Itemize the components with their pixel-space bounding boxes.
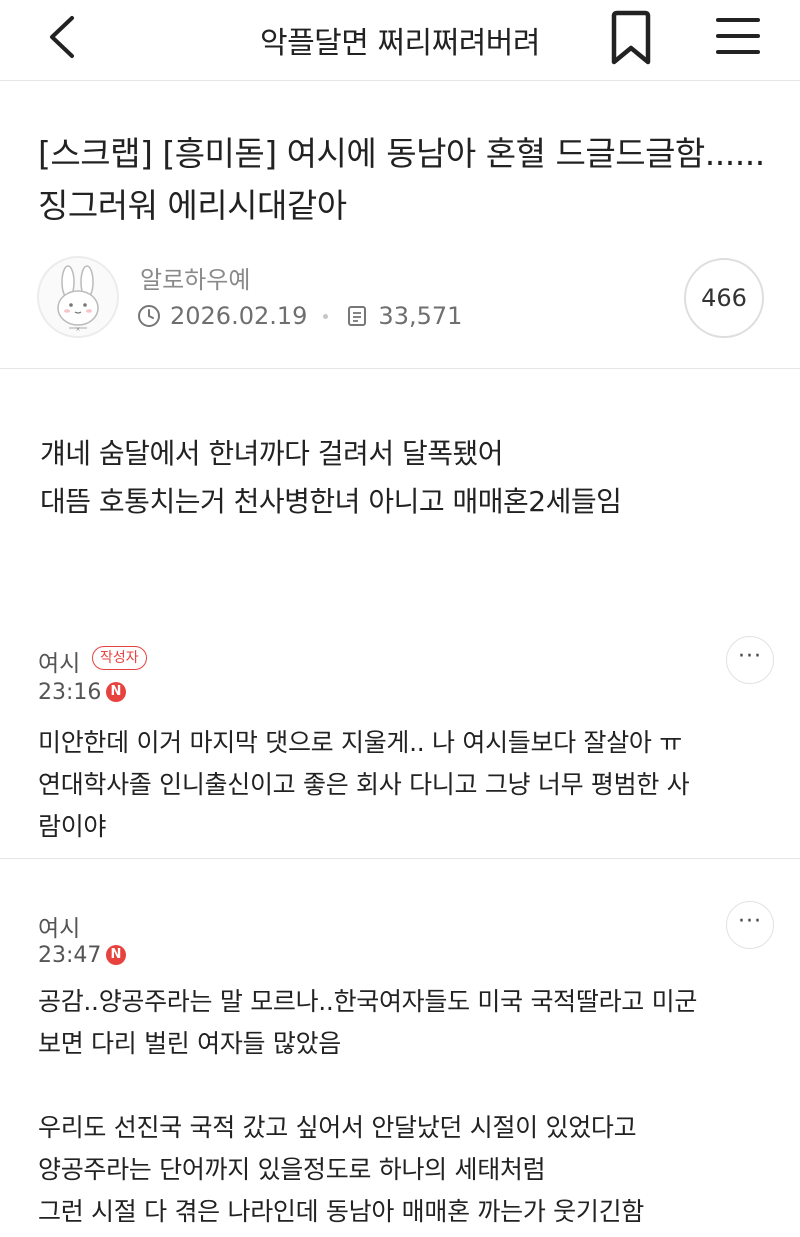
comment-line: 보면 다리 벌린 여자들 많았음: [38, 1029, 341, 1058]
bookmark-button[interactable]: [606, 10, 656, 66]
comment-author[interactable]: 여시: [38, 909, 80, 943]
chevron-left-icon: [50, 16, 74, 58]
comment-time: 23:47: [38, 943, 102, 968]
post-header: [스크랩] [흥미돋] 여시에 동남아 혼혈 드글드글함...... 징그러워 …: [0, 80, 800, 369]
menu-button[interactable]: [712, 14, 764, 60]
post-meta: 2026.02.19 33,571: [136, 302, 462, 330]
comment-time: 23:16: [38, 680, 102, 705]
comment-text: 미안한데 이거 마지막 댓으로 지울게.. 나 여시들보다 잘살아 ㅠ 연대학사…: [38, 722, 768, 848]
author-name[interactable]: 알로하우예: [140, 260, 250, 295]
comment-line: 양공주라는 단어까지 있을정도로 하나의 세태처럼: [38, 1155, 546, 1184]
comment-count-button[interactable]: 466: [684, 258, 764, 338]
back-button[interactable]: [40, 12, 90, 62]
board-title: 악플달면 쩌리쩌려버려: [259, 26, 541, 61]
avatar[interactable]: ×: [37, 256, 119, 338]
clock-icon: [138, 305, 160, 327]
svg-text:×: ×: [75, 326, 80, 333]
new-badge: N: [106, 945, 126, 965]
post-body-line: 대뜸 호통치는거 천사병한녀 아니고 매매혼2세들임: [40, 485, 622, 518]
more-options-button[interactable]: ···: [726, 901, 774, 949]
meta-separator: [323, 313, 329, 319]
post-body: 걔네 숨달에서 한녀까다 걸려서 달폭됐어 대뜸 호통치는거 천사병한녀 아니고…: [40, 430, 760, 526]
more-options-button[interactable]: ···: [726, 636, 774, 684]
document-icon: [348, 306, 367, 326]
comment: 여시 23:47 N ··· 공감..양공주라는 말 모르나..한국여자들도 미…: [0, 895, 800, 1237]
post-title: [스크랩] [흥미돋] 여시에 동남아 혼혈 드글드글함...... 징그러워 …: [38, 134, 765, 225]
bookmark-icon: [611, 10, 651, 65]
comment-divider: [0, 858, 800, 859]
comment-text: 공감..양공주라는 말 모르나..한국여자들도 미국 국적딸라고 미군 보면 다…: [38, 981, 768, 1233]
post-date: 2026.02.19: [170, 302, 308, 330]
comment-line: 미안한데 이거 마지막 댓으로 지울게.. 나 여시들보다 잘살아 ㅠ: [38, 728, 682, 757]
comment-line: 연대학사졸 인니출신이고 좋은 회사 다니고 그냥 너무 평범한 사: [38, 770, 690, 799]
top-bar: 악플달면 쩌리쩌려버려: [0, 0, 800, 81]
comment-line: 공감..양공주라는 말 모르나..한국여자들도 미국 국적딸라고 미군: [38, 987, 698, 1016]
comment-line: 람이야: [38, 812, 107, 841]
bunny-avatar-icon: ×: [57, 265, 99, 333]
view-count: 33,571: [378, 302, 463, 330]
comment-author[interactable]: 여시: [38, 644, 80, 678]
comment-line: 그런 시절 다 겪은 나라인데 동남아 매매혼 까는가 웃기긴함: [38, 1197, 644, 1226]
hamburger-menu-icon: [716, 18, 760, 54]
comment: 여시 작성자 23:16 N ··· 미안한데 이거 마지막 댓으로 지울게..…: [0, 630, 800, 858]
writer-badge: 작성자: [92, 646, 147, 670]
comment-line: 우리도 선진국 국적 갔고 싶어서 안달났던 시절이 있었다고: [38, 1113, 637, 1142]
post-body-line: 걔네 숨달에서 한녀까다 걸려서 달폭됐어: [40, 437, 504, 470]
new-badge: N: [106, 682, 126, 702]
